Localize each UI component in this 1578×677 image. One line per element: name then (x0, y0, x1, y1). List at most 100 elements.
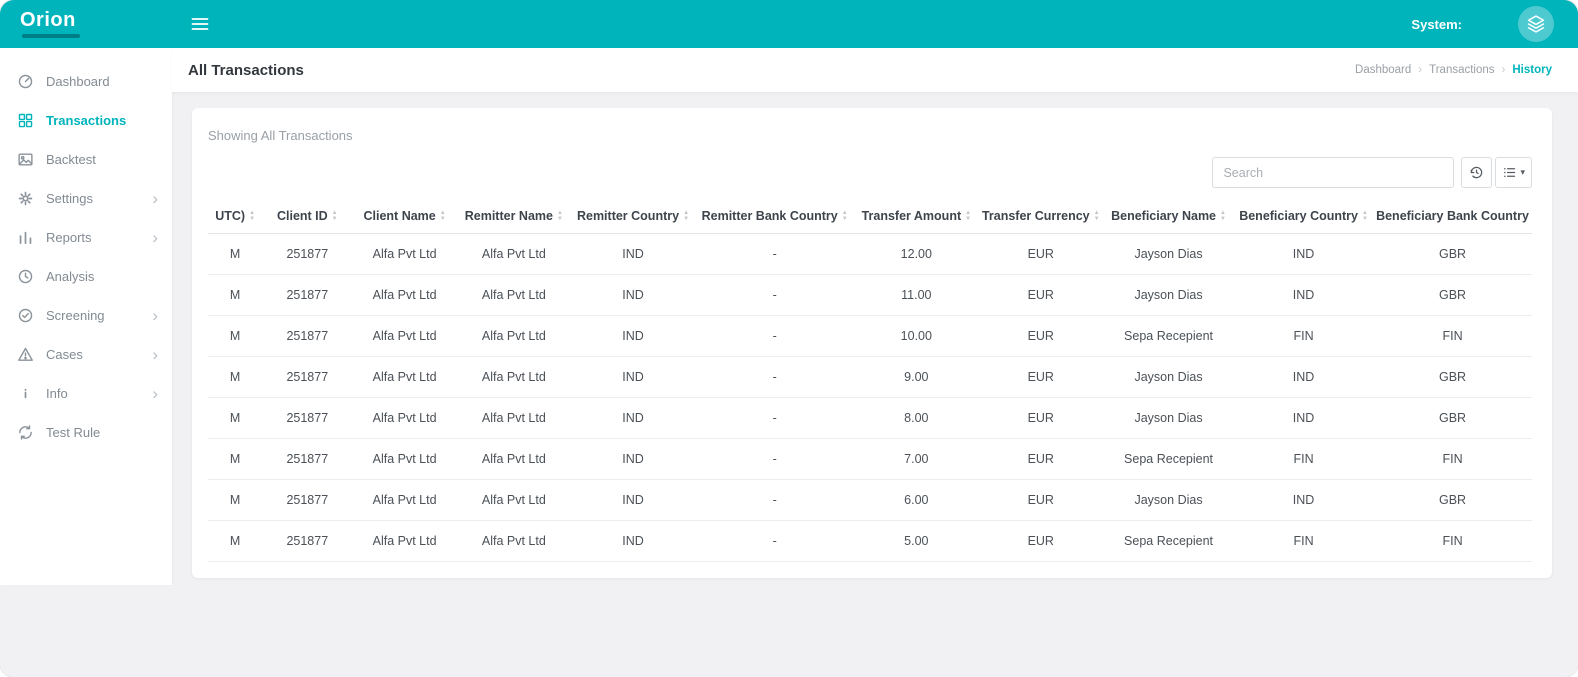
system-label: System: (1411, 17, 1462, 32)
column-header[interactable]: Transfer Currency▲▼ (979, 199, 1103, 234)
sidebar-item-info[interactable]: Info › (0, 374, 172, 413)
cell: - (695, 275, 854, 316)
table-body: M251877Alfa Pvt LtdAlfa Pvt LtdIND-12.00… (208, 234, 1532, 562)
list-icon (1502, 165, 1517, 180)
table-toolbar: ▾ (208, 157, 1532, 188)
cell: 251877 (262, 439, 352, 480)
cell: M (208, 521, 262, 562)
table-row[interactable]: M251877Alfa Pvt LtdAlfa Pvt LtdIND-10.00… (208, 316, 1532, 357)
search-input[interactable] (1212, 157, 1454, 188)
sort-icon: ▲▼ (440, 211, 446, 222)
sidebar-item-backtest[interactable]: Backtest (0, 140, 172, 179)
table-row[interactable]: M251877Alfa Pvt LtdAlfa Pvt LtdIND-8.00E… (208, 398, 1532, 439)
card-subtitle: Showing All Transactions (208, 128, 1532, 143)
column-header[interactable]: Remitter Country▲▼ (571, 199, 695, 234)
column-header[interactable]: Remitter Bank Country▲▼ (695, 199, 854, 234)
sidebar-item-label: Settings (46, 191, 93, 206)
cell: Alfa Pvt Ltd (352, 439, 457, 480)
cell: 251877 (262, 398, 352, 439)
cell: 251877 (262, 316, 352, 357)
sidebar-item-settings[interactable]: Settings › (0, 179, 172, 218)
cell: Alfa Pvt Ltd (352, 234, 457, 275)
table-row[interactable]: M251877Alfa Pvt LtdAlfa Pvt LtdIND-5.00E… (208, 521, 1532, 562)
table-row[interactable]: M251877Alfa Pvt LtdAlfa Pvt LtdIND-12.00… (208, 234, 1532, 275)
sort-icon: ▲▼ (332, 211, 338, 222)
column-header[interactable]: Remitter Name▲▼ (457, 199, 571, 234)
cell: FIN (1234, 521, 1373, 562)
transactions-card: Showing All Transactions ▾ (192, 108, 1552, 578)
brand-name: Orion (20, 10, 172, 30)
cell: 251877 (262, 234, 352, 275)
table-row[interactable]: M251877Alfa Pvt LtdAlfa Pvt LtdIND-9.00E… (208, 357, 1532, 398)
breadcrumb-separator: › (1502, 64, 1506, 76)
cell: Jayson Dias (1103, 357, 1234, 398)
cell: IND (571, 480, 695, 521)
breadcrumb-item[interactable]: Transactions (1429, 64, 1494, 76)
sort-icon: ▲▼ (557, 211, 563, 222)
sort-icon: ▲▼ (249, 211, 255, 222)
info-icon (17, 385, 34, 402)
title-strip: All Transactions Dashboard›Transactions›… (172, 48, 1578, 92)
sidebar-item-label: Cases (46, 347, 83, 362)
cell: Alfa Pvt Ltd (457, 480, 571, 521)
history-button[interactable] (1461, 157, 1492, 188)
system-app-badge[interactable] (1518, 6, 1554, 42)
sidebar-item-label: Backtest (46, 152, 96, 167)
column-header[interactable]: Client ID▲▼ (262, 199, 352, 234)
cell: FIN (1373, 316, 1532, 357)
sort-icon: ▲▼ (1094, 211, 1100, 222)
hamburger-icon (190, 14, 210, 34)
cell: GBR (1373, 275, 1532, 316)
chevron-down-icon: ▾ (1520, 167, 1525, 178)
cell: IND (1234, 275, 1373, 316)
sidebar-item-reports[interactable]: Reports › (0, 218, 172, 257)
cell: 8.00 (854, 398, 978, 439)
sidebar-item-transactions[interactable]: Transactions (0, 101, 172, 140)
sidebar-item-analysis[interactable]: Analysis (0, 257, 172, 296)
cell: Alfa Pvt Ltd (457, 316, 571, 357)
history-icon (1469, 165, 1484, 180)
column-header[interactable]: Beneficiary Bank Country▲▼ (1373, 199, 1532, 234)
column-header[interactable]: Beneficiary Country▲▼ (1234, 199, 1373, 234)
column-header[interactable]: UTC)▲▼ (208, 199, 262, 234)
sort-icon: ▲▼ (965, 211, 971, 222)
cell: Alfa Pvt Ltd (457, 398, 571, 439)
column-header[interactable]: Transfer Amount▲▼ (854, 199, 978, 234)
cell: FIN (1373, 521, 1532, 562)
table-row[interactable]: M251877Alfa Pvt LtdAlfa Pvt LtdIND-11.00… (208, 275, 1532, 316)
sidebar-item-label: Transactions (46, 113, 126, 128)
cell: - (695, 521, 854, 562)
cell: EUR (979, 316, 1103, 357)
gear-icon (17, 190, 34, 207)
breadcrumb-item[interactable]: History (1512, 64, 1552, 76)
sidebar-item-label: Analysis (46, 269, 94, 284)
cell: - (695, 480, 854, 521)
cell: - (695, 398, 854, 439)
cell: IND (1234, 398, 1373, 439)
cell: EUR (979, 357, 1103, 398)
sidebar-item-label: Dashboard (46, 74, 110, 89)
cell: EUR (979, 439, 1103, 480)
sidebar-item-screening[interactable]: Screening › (0, 296, 172, 335)
menu-toggle-button[interactable] (184, 8, 216, 40)
table-row[interactable]: M251877Alfa Pvt LtdAlfa Pvt LtdIND-6.00E… (208, 480, 1532, 521)
chevron-right-icon: › (152, 307, 158, 324)
table-row[interactable]: M251877Alfa Pvt LtdAlfa Pvt LtdIND-7.00E… (208, 439, 1532, 480)
brand-logo[interactable]: Orion (0, 0, 172, 48)
cell: Alfa Pvt Ltd (457, 521, 571, 562)
column-header[interactable]: Beneficiary Name▲▼ (1103, 199, 1234, 234)
cell: GBR (1373, 480, 1532, 521)
cell: FIN (1234, 316, 1373, 357)
list-view-button[interactable]: ▾ (1495, 157, 1532, 188)
cell: - (695, 357, 854, 398)
cell: IND (571, 234, 695, 275)
breadcrumb-item[interactable]: Dashboard (1355, 64, 1411, 76)
sidebar-item-label: Screening (46, 308, 105, 323)
sidebar-item-cases[interactable]: Cases › (0, 335, 172, 374)
column-header[interactable]: Client Name▲▼ (352, 199, 457, 234)
cell: M (208, 316, 262, 357)
cell: FIN (1234, 439, 1373, 480)
sidebar-item-test-rule[interactable]: Test Rule (0, 413, 172, 452)
cell: EUR (979, 480, 1103, 521)
sidebar-item-dashboard[interactable]: Dashboard (0, 62, 172, 101)
